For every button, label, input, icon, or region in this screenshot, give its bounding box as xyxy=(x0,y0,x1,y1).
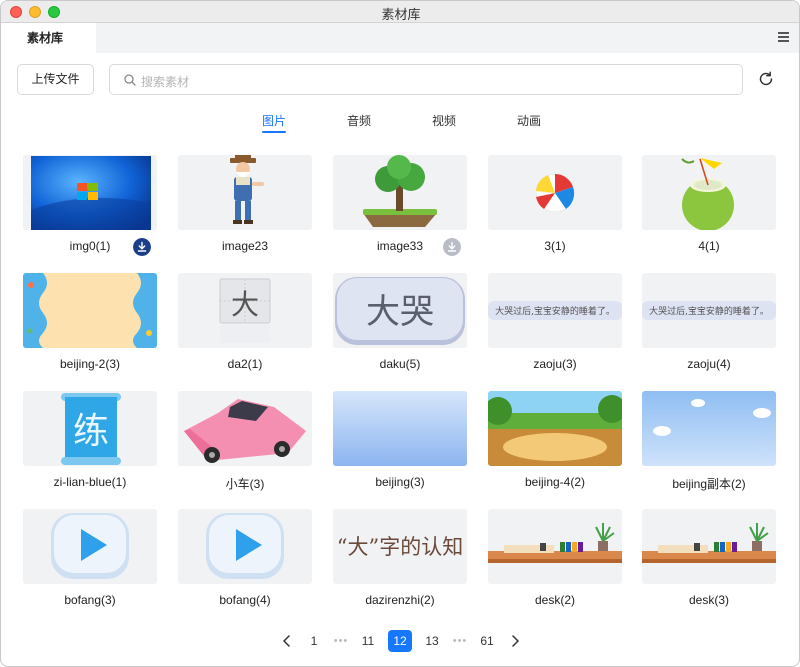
asset-card[interactable]: beijing-2(3) xyxy=(23,273,157,381)
thumb-text: 练 xyxy=(73,411,109,452)
asset-card[interactable]: 大哭过后,宝宝安静的睡着了。 zaoju(3) xyxy=(488,273,622,381)
asset-thumbnail xyxy=(178,509,312,584)
asset-name: daku(5) xyxy=(379,357,421,371)
thumb-text: 大哭过后,宝宝安静的睡着了。 xyxy=(495,305,615,317)
asset-card[interactable]: 3(1) xyxy=(488,155,622,263)
asset-thumbnail xyxy=(488,155,622,230)
thumb-text: 大哭 xyxy=(366,292,434,332)
asset-card[interactable]: desk(3) xyxy=(642,509,776,617)
asset-card[interactable]: img0(1) xyxy=(23,155,157,263)
page-ellipsis[interactable]: ••• xyxy=(329,630,353,652)
asset-thumbnail: 大 xyxy=(178,273,312,348)
asset-name: beijing-4(2) xyxy=(524,475,586,489)
asset-name: image33 xyxy=(376,239,424,253)
asset-name: bofang(3) xyxy=(64,593,116,607)
tab-bar: 素材库 xyxy=(1,23,799,53)
asset-card[interactable]: 练 zi-lian-blue(1) xyxy=(23,391,157,499)
thumb-text: 大哭过后,宝宝安静的睡着了。 xyxy=(649,305,769,317)
asset-card[interactable]: image23 xyxy=(178,155,312,263)
page-12-current[interactable]: 12 xyxy=(388,630,412,652)
asset-card[interactable]: 4(1) xyxy=(642,155,776,263)
asset-card[interactable]: bofang(3) xyxy=(23,509,157,617)
asset-thumbnail xyxy=(488,391,622,466)
active-tab-indicator xyxy=(262,131,286,133)
asset-thumbnail: “大”字的认知 xyxy=(333,509,467,584)
asset-name: 3(1) xyxy=(544,239,566,253)
next-page-icon[interactable] xyxy=(508,634,522,648)
asset-name: desk(3) xyxy=(688,593,729,607)
asset-thumbnail xyxy=(333,391,467,466)
asset-name: 小车(3) xyxy=(225,477,265,491)
menu-icon[interactable] xyxy=(778,32,789,42)
window-title: 素材库 xyxy=(381,7,421,22)
refresh-icon[interactable] xyxy=(757,70,775,88)
asset-thumbnail xyxy=(488,509,622,584)
asset-name: da2(1) xyxy=(227,357,263,371)
app-window: 素材库 素材库 上传文件 搜索素材 图片 音频 视频 动画 img0(1) im… xyxy=(0,0,800,667)
page-ellipsis[interactable]: ••• xyxy=(448,630,472,652)
asset-thumbnail: 练 xyxy=(23,391,157,466)
asset-thumbnail: 大哭 xyxy=(333,273,467,348)
prev-page-icon[interactable] xyxy=(280,634,294,648)
asset-name: beijing副本(2) xyxy=(672,477,746,491)
asset-name: zaoju(3) xyxy=(533,357,577,371)
asset-card[interactable]: “大”字的认知 dazirenzhi(2) xyxy=(333,509,467,617)
asset-thumbnail xyxy=(178,155,312,230)
asset-thumbnail: 大哭过后,宝宝安静的睡着了。 xyxy=(642,273,776,348)
asset-card[interactable]: beijing-4(2) xyxy=(488,391,622,499)
search-placeholder: 搜索素材 xyxy=(141,75,190,89)
asset-name: desk(2) xyxy=(534,593,575,607)
search-input[interactable]: 搜索素材 xyxy=(109,64,743,95)
asset-thumbnail xyxy=(642,155,776,230)
asset-card[interactable]: bofang(4) xyxy=(178,509,312,617)
asset-thumbnail xyxy=(23,509,157,584)
asset-name: bofang(4) xyxy=(219,593,271,607)
page-13[interactable]: 13 xyxy=(420,630,444,652)
tab-images[interactable]: 图片 xyxy=(262,112,286,129)
thumb-text: “大”字的认知 xyxy=(337,535,463,559)
asset-card[interactable]: beijing(3) xyxy=(333,391,467,499)
tab-audio[interactable]: 音频 xyxy=(347,112,371,129)
asset-card[interactable]: 小车(3) xyxy=(178,391,312,499)
tab-library[interactable]: 素材库 xyxy=(1,23,96,53)
asset-name: dazirenzhi(2) xyxy=(365,593,435,607)
asset-thumbnail xyxy=(23,155,157,230)
asset-thumbnail: 大哭过后,宝宝安静的睡着了。 xyxy=(488,273,622,348)
asset-thumbnail xyxy=(333,155,467,230)
thumb-text: 大 xyxy=(231,288,259,321)
asset-card[interactable]: 大哭过后,宝宝安静的睡着了。 zaoju(4) xyxy=(642,273,776,381)
asset-card[interactable]: image33 xyxy=(333,155,467,263)
page-61[interactable]: 61 xyxy=(475,630,499,652)
asset-name: beijing(3) xyxy=(375,475,425,489)
tab-animation[interactable]: 动画 xyxy=(517,112,541,129)
tab-video[interactable]: 视频 xyxy=(432,112,456,129)
asset-name: zi-lian-blue(1) xyxy=(53,475,127,489)
upload-file-button[interactable]: 上传文件 xyxy=(17,64,94,95)
asset-card[interactable]: 大 da2(1) xyxy=(178,273,312,381)
page-11[interactable]: 11 xyxy=(356,630,380,652)
asset-name: img0(1) xyxy=(69,239,111,253)
asset-name: zaoju(4) xyxy=(687,357,731,371)
asset-thumbnail xyxy=(642,391,776,466)
search-icon xyxy=(124,74,136,86)
asset-thumbnail xyxy=(642,509,776,584)
asset-card[interactable]: desk(2) xyxy=(488,509,622,617)
asset-name: image23 xyxy=(221,239,269,253)
asset-card[interactable]: beijing副本(2) xyxy=(642,391,776,499)
asset-card[interactable]: 大哭 daku(5) xyxy=(333,273,467,381)
page-1[interactable]: 1 xyxy=(302,630,326,652)
asset-name: 4(1) xyxy=(698,239,720,253)
asset-thumbnail xyxy=(23,273,157,348)
asset-name: beijing-2(3) xyxy=(59,357,121,371)
asset-thumbnail xyxy=(178,391,312,466)
title-bar: 素材库 xyxy=(1,1,799,23)
